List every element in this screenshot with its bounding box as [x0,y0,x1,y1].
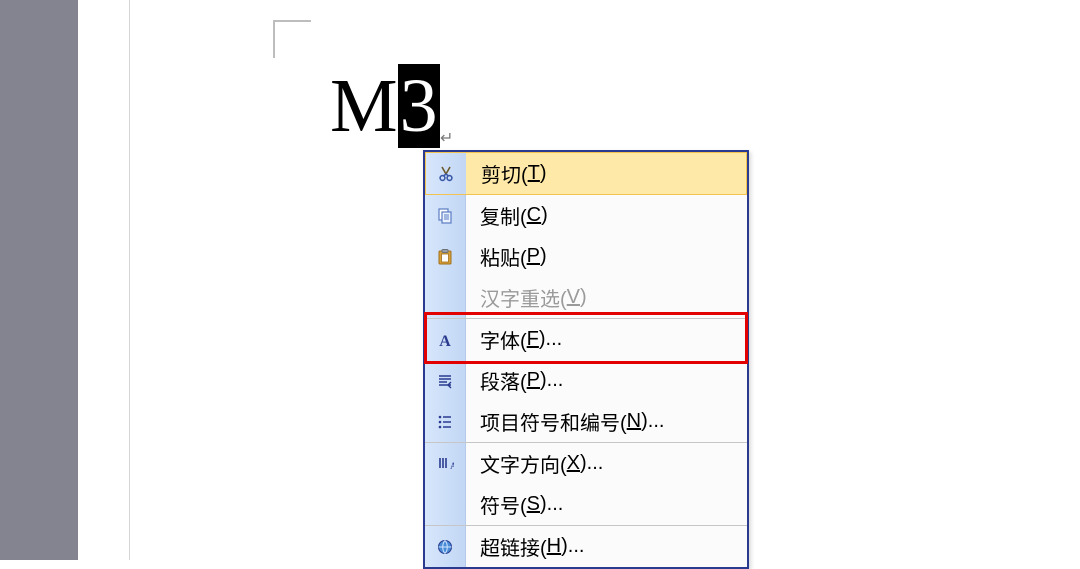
no-icon [425,484,466,525]
menu-item-label: 复制(C) [466,201,747,230]
text-unselected: M [330,64,398,148]
textdir-icon: A [425,443,466,484]
context-menu-item: 汉字重选(V) [425,277,747,318]
menu-item-label: 汉字重选(V) [466,283,747,312]
text-selection[interactable]: 3 [398,64,440,148]
menu-item-label: 剪切(T) [467,159,746,188]
context-menu-item[interactable]: 项目符号和编号(N)... [425,401,747,442]
context-menu-item[interactable]: 符号(S)... [425,484,747,525]
no-icon [425,277,466,318]
hyperlink-icon [425,526,466,567]
bullets-icon [425,401,466,442]
paragraph-icon [425,360,466,401]
context-menu-item[interactable]: 段落(P)... [425,360,747,401]
svg-text:A: A [450,461,454,471]
paragraph-mark-icon: ↵ [440,128,453,148]
context-menu-item[interactable]: A 文字方向(X)... [425,442,747,484]
context-menu-item[interactable]: 粘贴(P) [425,236,747,277]
menu-item-label: 文字方向(X)... [466,449,747,478]
app-sidebar [0,0,78,560]
font-icon: A [425,319,466,360]
menu-item-label: 项目符号和编号(N)... [466,407,747,436]
document-text[interactable]: M3 [330,68,440,144]
menu-item-label: 段落(P)... [466,366,747,395]
svg-text:A: A [439,333,451,349]
context-menu-item[interactable]: 复制(C) [425,195,747,236]
context-menu-item[interactable]: 超链接(H)... [425,525,747,567]
menu-item-label: 字体(F)... [466,325,747,354]
menu-item-label: 超链接(H)... [466,532,747,561]
menu-item-label: 粘贴(P) [466,242,747,271]
menu-item-label: 符号(S)... [466,490,747,519]
context-menu-item[interactable]: 剪切(T) [425,152,747,195]
cut-icon [426,153,467,194]
paste-icon [425,236,466,277]
copy-icon [425,195,466,236]
margin-corner-mark [273,20,311,58]
context-menu[interactable]: 剪切(T) 复制(C) 粘贴(P) 汉字重选(V) A 字体(F)... 段落(P)... 项… [423,150,749,569]
context-menu-item[interactable]: A 字体(F)... [425,318,747,360]
